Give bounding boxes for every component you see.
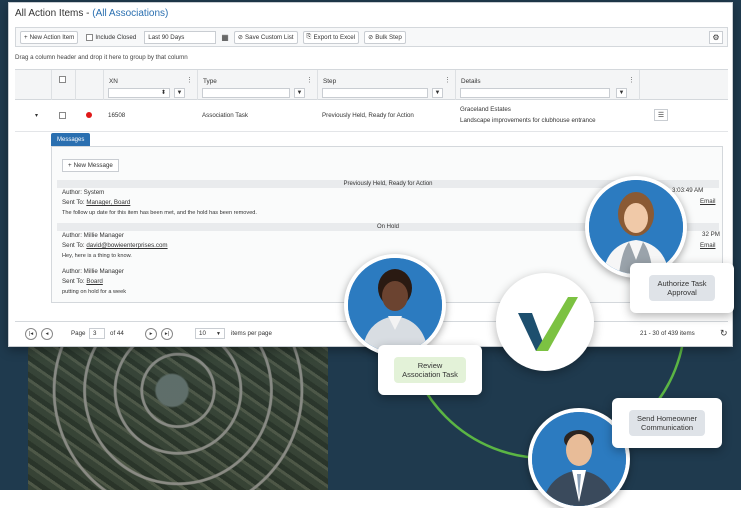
new-action-item-button[interactable]: + New Action Item [20,30,79,44]
previous-page-icon[interactable]: ◂ [41,328,53,340]
page-size-select[interactable]: 10 ▼ [195,328,225,339]
message-item: Author: System Sent To: Manager, Board T… [62,189,257,216]
page-title-text: All Action Items - [15,8,93,19]
item-range: 21 - 30 of 439 items [640,330,695,337]
row-step: Previously Held, Ready for Action [322,112,414,119]
row-details-text: Landscape improvements for clubhouse ent… [460,117,596,124]
calendar-icon[interactable]: ▦ [221,33,229,42]
gear-icon[interactable]: ⚙ [709,30,723,44]
send-communication-label: Send Homeowner Communication [628,410,706,436]
avatar-reviewer [344,254,446,356]
plus-icon: + [68,162,72,169]
date-range-select[interactable]: Last 90 Days [144,30,217,44]
status-column [75,70,103,100]
row-checkbox[interactable] [59,112,66,119]
stepper-icon[interactable]: ⬍ [161,89,166,96]
column-xn[interactable]: XN ⋮ ⬍ ▼ [103,70,197,100]
chevron-down-icon[interactable]: ▾ [35,112,38,119]
recipient-link[interactable]: Board [86,278,103,285]
tab-messages[interactable]: Messages [51,133,91,146]
column-type[interactable]: Type ⋮ ▼ [197,70,317,100]
check-circle-icon: ⊘ [368,33,374,41]
email-link[interactable]: Email [700,242,715,249]
checkbox-icon [86,33,94,41]
group-by-hint: Drag a column header and drop it here to… [15,54,188,61]
page-label: Page [71,330,86,337]
column-menu-icon[interactable]: ⋮ [628,76,635,84]
bulk-step-button[interactable]: ⊘ Bulk Step [364,30,406,44]
include-closed-checkbox[interactable]: Include Closed [83,31,139,44]
new-message-button[interactable]: + New Message [62,159,119,172]
person-avatar-icon [589,180,683,274]
filter-icon[interactable]: ▼ [294,88,305,98]
column-menu-icon[interactable]: ⋮ [306,76,313,84]
review-task-label: Review Association Task [394,357,466,383]
xn-filter-input[interactable]: ⬍ [108,88,170,98]
priority-dot-icon [86,112,92,118]
plus-icon: + [24,33,28,41]
message-item: Author: Millie Manager Sent To: Board pu… [62,268,127,295]
message-time: 32 PM [702,231,720,238]
first-page-icon[interactable]: |◂ [25,328,37,340]
review-task-card: Review Association Task [378,345,482,395]
page-count: of 44 [110,330,124,337]
send-communication-card: Send Homeowner Communication [612,398,722,448]
page-input[interactable]: 3 [89,328,105,339]
per-page-label: items per page [231,330,272,337]
row-details-title: Graceland Estates [460,106,511,113]
authorize-task-card: Authorize Task Approval [630,263,734,313]
person-avatar-icon [348,258,442,352]
save-custom-list-button[interactable]: ⊘ Save Custom List [233,30,298,44]
column-step[interactable]: Step ⋮ ▼ [317,70,455,100]
recipient-link[interactable]: Manager, Board [86,199,130,206]
actions-column [639,70,728,100]
chevron-down-icon: ▼ [216,330,221,337]
next-page-icon[interactable]: ▸ [145,328,157,340]
page-title: All Action Items - (All Associations) [15,8,168,19]
grid-header: XN ⋮ ⬍ ▼ Type ⋮ ▼ Step ⋮ ▼ Details ⋮ ▼ [15,70,728,100]
column-menu-icon[interactable]: ⋮ [186,76,193,84]
row-type: Association Task [202,112,248,119]
export-icon: ⎘ [306,33,312,40]
filter-icon[interactable]: ▼ [616,88,627,98]
type-filter-input[interactable] [202,88,290,98]
last-page-icon[interactable]: ▸| [161,328,173,340]
refresh-icon[interactable]: ↻ [720,328,728,339]
filter-icon[interactable]: ▼ [432,88,443,98]
checkmark-logo-icon [518,297,578,351]
export-to-excel-button[interactable]: ⎘ Export to Excel [302,30,360,44]
check-circle-icon: ⊘ [237,33,244,41]
step-filter-input[interactable] [322,88,428,98]
table-row[interactable]: ▾ 16508 Association Task Previously Held… [15,100,728,132]
message-time: 3:03:49 AM [672,187,704,194]
row-xn: 16508 [108,112,126,119]
association-filter-link[interactable]: (All Associations) [92,8,168,19]
select-all-column [51,70,75,100]
filter-icon[interactable]: ▼ [174,88,185,98]
select-all-checkbox[interactable] [59,76,66,83]
recipient-link[interactable]: david@bowieenterprises.com [86,242,167,249]
details-filter-input[interactable] [460,88,610,98]
authorize-task-label: Authorize Task Approval [649,275,715,301]
toolbar: + New Action Item Include Closed Last 90 … [15,27,728,47]
column-details[interactable]: Details ⋮ ▼ [455,70,639,100]
message-item: Author: Millie Manager Sent To: david@bo… [62,232,168,259]
row-menu-icon[interactable]: ☰ [654,109,668,121]
brand-logo [496,273,594,371]
action-items-grid: XN⋮ ⬍ ▼ Type⋮ ▼ Step⋮ ▼ Details⋮ ▼ ▾ [15,69,728,132]
email-link[interactable]: Email [700,198,715,205]
column-menu-icon[interactable]: ⋮ [444,76,451,84]
